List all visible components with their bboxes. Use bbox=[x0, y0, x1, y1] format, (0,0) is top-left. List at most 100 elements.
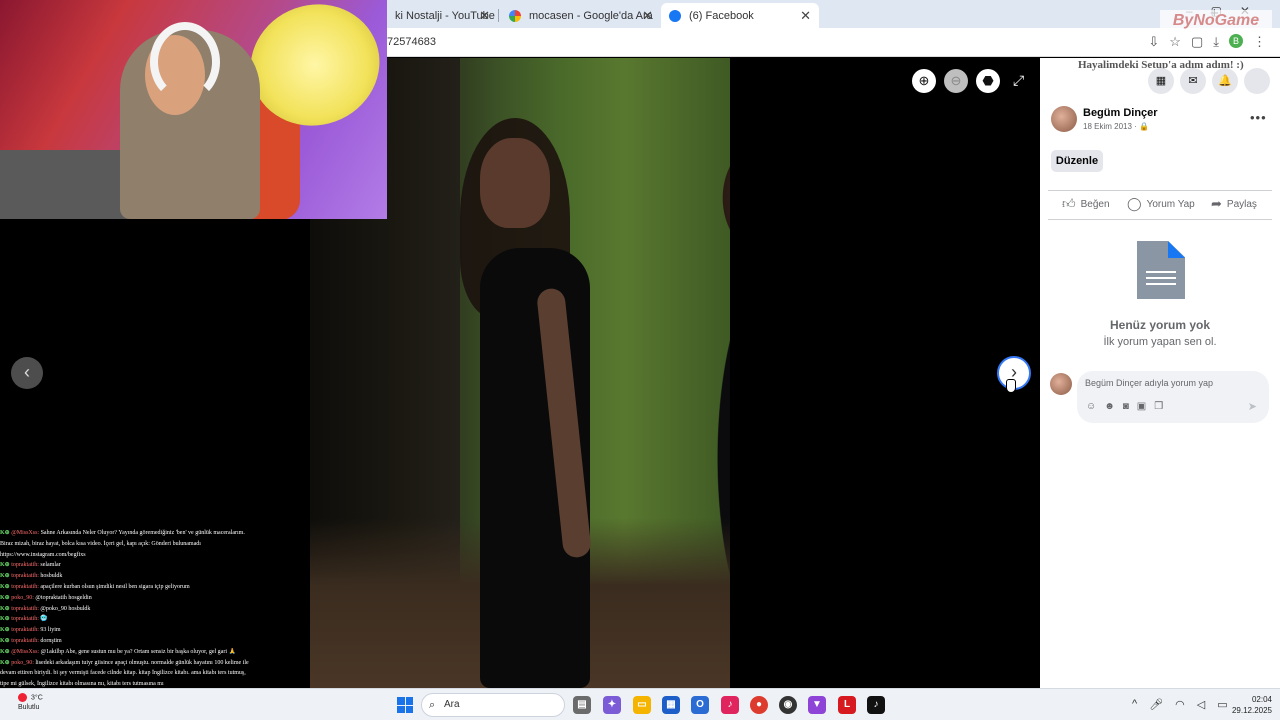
wifi-icon[interactable]: ◠ bbox=[1175, 698, 1185, 711]
menu-grid-icon[interactable]: ▦ bbox=[1148, 68, 1174, 94]
tab-youtube[interactable]: ki Nostalji - YouTube ✕ bbox=[387, 3, 499, 28]
chat-badge-icon: K⊕ bbox=[0, 605, 12, 612]
like-button[interactable]: 👍︎ Beğen bbox=[1062, 196, 1110, 212]
chat-badge-icon: K⊕ bbox=[0, 573, 12, 580]
fb-top-bar: Hayalimdeki Setup'a adım adım! :) ▦ ✉ 🔔 bbox=[1040, 58, 1280, 98]
google-icon bbox=[509, 9, 521, 22]
chevron-up-icon[interactable]: ^ bbox=[1132, 698, 1137, 711]
outlook-icon[interactable]: O bbox=[691, 696, 709, 714]
gif-icon[interactable]: ▣ bbox=[1137, 401, 1146, 412]
send-icon[interactable]: ➤ bbox=[1248, 400, 1257, 413]
weather-widget[interactable]: 3°C Bulutlu bbox=[18, 693, 43, 713]
chat-text: dornştim bbox=[40, 637, 62, 644]
document-fold bbox=[1168, 241, 1185, 258]
account-avatar[interactable] bbox=[1244, 68, 1270, 94]
star-icon[interactable]: ☆ bbox=[1169, 34, 1181, 50]
share-button[interactable]: ➦ Paylaş bbox=[1211, 196, 1257, 212]
zoom-in-icon[interactable]: ⊕ bbox=[912, 69, 936, 93]
tab-google[interactable]: mocasen - Google'da Ara ✕ bbox=[501, 3, 662, 28]
stream-chat: K⊕ @MissXss: Sahne Arkasında Neler Oluyo… bbox=[0, 528, 255, 690]
chat-badge-icon: K⊕ bbox=[0, 583, 12, 590]
divider bbox=[1048, 190, 1272, 191]
clock[interactable]: 02:04 29.12.2025 bbox=[1224, 694, 1272, 716]
downloads-icon[interactable]: ⤓ bbox=[1213, 34, 1219, 50]
more-options-icon[interactable]: ••• bbox=[1250, 110, 1267, 125]
profile-icon[interactable]: B bbox=[1229, 34, 1243, 48]
chat-text: @poko_90 hosbuldk bbox=[40, 605, 91, 612]
comment-box[interactable]: ☺ ☻ ◙ ▣ ❒ ➤ bbox=[1077, 371, 1269, 423]
chat-text: apaçilere kurban olsun şimdiki nesil ben… bbox=[40, 583, 190, 590]
share-label: Paylaş bbox=[1226, 198, 1257, 210]
chat-text: 93 liyim bbox=[40, 627, 61, 634]
chat-username: topraktatih: bbox=[11, 605, 39, 612]
chat-message: K⊕ topraktatih: apaçilere kurban olsun ş… bbox=[0, 582, 255, 593]
author-name[interactable]: Begüm Dinçer bbox=[1083, 107, 1158, 119]
empty-comments-subtitle: İlk yorum yapan sen ol. bbox=[1103, 336, 1217, 348]
vpn-icon[interactable]: ▼ bbox=[808, 696, 826, 714]
address-bar[interactable]: 72574683 ⇩ ☆ ▢ ⤓ B ⋮ bbox=[387, 28, 1280, 57]
install-icon[interactable]: ⇩ bbox=[1148, 34, 1159, 50]
chrome-icon[interactable]: ● bbox=[750, 696, 768, 714]
chat-username: topraktatih: bbox=[11, 616, 39, 623]
close-icon[interactable]: ✕ bbox=[642, 8, 653, 24]
close-icon[interactable]: ✕ bbox=[479, 8, 490, 24]
comment-button[interactable]: ◯ Yorum Yap bbox=[1127, 196, 1195, 212]
url-text[interactable]: 72574683 bbox=[387, 36, 436, 48]
tab-facebook[interactable]: (6) Facebook ✕ bbox=[661, 3, 819, 28]
microphone-icon[interactable]: 🎤︎ bbox=[1149, 698, 1163, 711]
tab-strip: ki Nostalji - YouTube ✕ mocasen - Google… bbox=[387, 0, 1280, 28]
chat-badge-icon: K⊕ bbox=[0, 659, 12, 666]
tiktok-icon[interactable]: ♪ bbox=[867, 696, 885, 714]
chat-username: topraktatih: bbox=[11, 562, 39, 569]
extensions-icon[interactable]: ▢ bbox=[1191, 34, 1203, 50]
windows-start-icon[interactable] bbox=[397, 697, 413, 713]
obs-icon[interactable]: ◉ bbox=[779, 696, 797, 714]
chat-text: lisedeki arkadaşım tuiyr giisince apaçi … bbox=[0, 659, 249, 688]
chat-message: K⊕ topraktatih: 93 liyim bbox=[0, 625, 255, 636]
empty-comments-title: Henüz yorum yok bbox=[1109, 318, 1211, 332]
chat-username: topraktatih: bbox=[11, 637, 39, 644]
chat-username: @MissXss: bbox=[11, 648, 40, 655]
store-icon[interactable]: ▦ bbox=[662, 696, 680, 714]
tiktok-studio-icon[interactable]: ♪ bbox=[721, 696, 739, 714]
menu-icon[interactable]: ⋮ bbox=[1253, 34, 1266, 50]
avatar-sticker-icon[interactable]: ☺ bbox=[1086, 401, 1096, 412]
messenger-icon[interactable]: ✉ bbox=[1180, 68, 1206, 94]
comment-input[interactable] bbox=[1085, 375, 1260, 391]
notifications-icon[interactable]: 🔔 bbox=[1212, 68, 1238, 94]
edit-button[interactable]: Düzenle bbox=[1051, 150, 1103, 172]
date: 29.12.2025 bbox=[1231, 706, 1272, 715]
chat-text: 🥶 bbox=[40, 616, 48, 623]
chat-text: @1akilbp Abe, gene sustun mu be ya? Orta… bbox=[40, 648, 236, 655]
like-label: Beğen bbox=[1080, 198, 1110, 210]
chat-message: K⊕ topraktatih: dornştim bbox=[0, 636, 255, 647]
address-bar-icons: ⇩ ☆ ▢ ⤓ B ⋮ bbox=[1148, 34, 1266, 50]
task-view-icon[interactable]: ▤ bbox=[573, 696, 591, 714]
tag-icon[interactable]: ⬣ bbox=[976, 69, 1000, 93]
zoom-out-icon[interactable]: ⊖ bbox=[944, 69, 968, 93]
chat-text: hosbuldk bbox=[40, 573, 63, 580]
camera-icon[interactable]: ◙ bbox=[1123, 401, 1129, 412]
chat-message: K⊕ topraktatih: selamlar bbox=[0, 560, 255, 571]
post-date[interactable]: 18 Ekim 2013 · 🔒 bbox=[1083, 122, 1149, 131]
file-explorer-icon[interactable]: ▭ bbox=[633, 696, 651, 714]
tab-label: mocasen - Google'da Ara bbox=[529, 9, 653, 22]
my-avatar[interactable] bbox=[1050, 373, 1072, 395]
mouse-cursor bbox=[1006, 379, 1016, 393]
sticker-icon[interactable]: ❒ bbox=[1154, 401, 1163, 412]
weather-temp: 3°C bbox=[31, 694, 43, 702]
copilot-icon[interactable]: ✦ bbox=[603, 696, 621, 714]
author-avatar[interactable] bbox=[1051, 106, 1077, 132]
previous-photo-button[interactable]: ‹ bbox=[11, 357, 43, 389]
time: 02:04 bbox=[1251, 695, 1272, 704]
volume-icon[interactable]: ◁ bbox=[1197, 698, 1205, 711]
taskbar-search[interactable]: ⌕ Ara bbox=[421, 693, 565, 717]
l-app-icon[interactable]: L bbox=[838, 696, 856, 714]
emoji-icon[interactable]: ☻ bbox=[1104, 401, 1115, 412]
desk bbox=[0, 150, 130, 219]
close-icon[interactable]: ✕ bbox=[800, 8, 811, 24]
fullscreen-icon[interactable]: ⤢ bbox=[1013, 72, 1024, 89]
chat-username: @MissXss: bbox=[11, 530, 40, 536]
chat-message: K⊕ topraktatih: hosbuldk bbox=[0, 571, 255, 582]
comment-label: Yorum Yap bbox=[1146, 198, 1195, 210]
